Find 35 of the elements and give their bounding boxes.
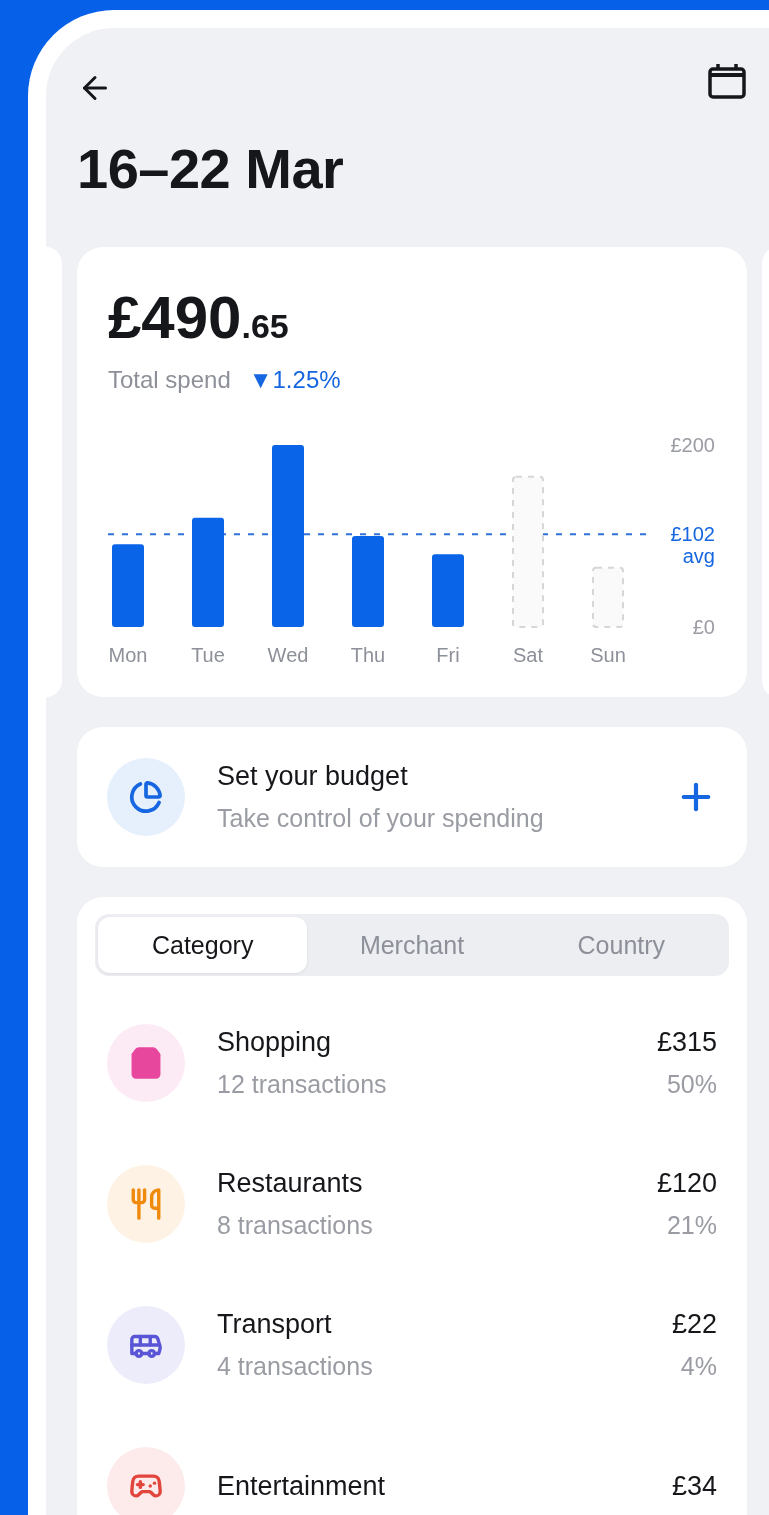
- change-value: ▼1.25%: [248, 366, 341, 394]
- day-label: Sun: [590, 644, 626, 666]
- budget-card[interactable]: Set your budget Take control of your spending: [77, 727, 747, 867]
- category-name: Transport: [217, 1309, 333, 1340]
- category-share: 21%: [666, 1211, 717, 1240]
- total-amount: £490.65: [108, 283, 290, 352]
- transaction-count: 8 transactions: [217, 1211, 374, 1240]
- budget-title: Set your budget: [217, 761, 409, 792]
- day-label: Mon: [108, 644, 148, 666]
- axis-label: £200: [670, 434, 715, 456]
- calendar-button[interactable]: [707, 62, 747, 100]
- day-label: Thu: [350, 644, 386, 666]
- transaction-count: 4 transactions: [217, 1352, 374, 1381]
- average-label: avg: [682, 545, 715, 568]
- category-amount: £34: [671, 1470, 717, 1502]
- day-label: Tue: [191, 644, 225, 666]
- category-amount: £315: [656, 1027, 717, 1058]
- axis-label: £102: [670, 523, 715, 546]
- budget-subtitle: Take control of your spending: [217, 804, 545, 833]
- tab[interactable]: Category: [98, 917, 308, 973]
- axis-label: £0: [692, 616, 715, 638]
- category-share: 4%: [680, 1352, 717, 1381]
- empty-bar: [592, 566, 624, 628]
- category-amount: £22: [671, 1309, 717, 1340]
- total-label: Total spend: [108, 366, 231, 394]
- transaction-count: 12 transactions: [217, 1070, 388, 1099]
- page-title: 16–22 Mar: [77, 136, 345, 201]
- day-label: Wed: [267, 644, 309, 666]
- category-name: Shopping: [217, 1027, 333, 1058]
- category-amount: £120: [656, 1168, 717, 1199]
- category-share: 50%: [666, 1070, 717, 1099]
- day-label: Fri: [436, 644, 460, 666]
- day-label: Sat: [513, 644, 543, 666]
- category-name: Restaurants: [217, 1168, 364, 1199]
- category-name: Entertainment: [217, 1470, 387, 1502]
